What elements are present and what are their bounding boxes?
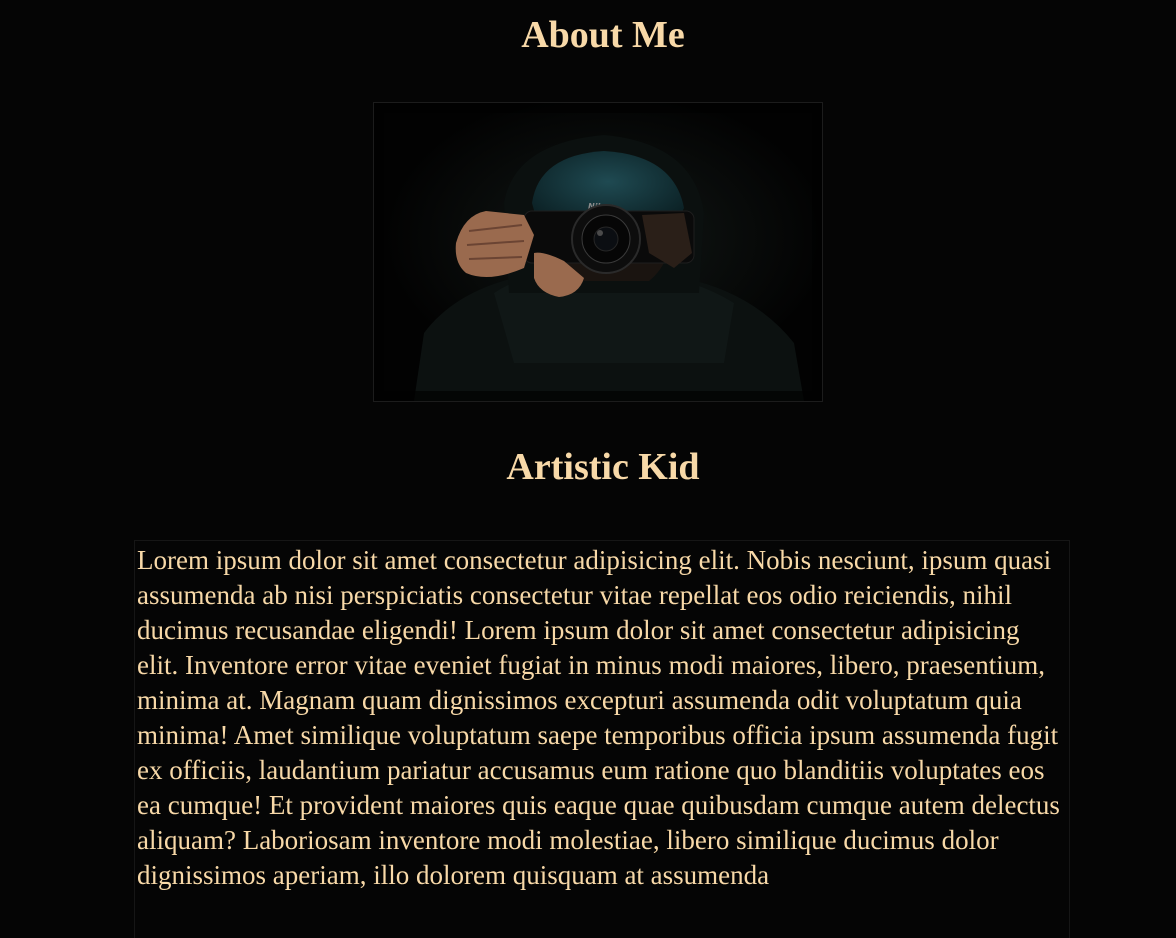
photographer-with-camera-image: Nikon	[374, 103, 822, 401]
page-title: About Me	[521, 14, 685, 56]
bio-container: Lorem ipsum dolor sit amet consectetur a…	[134, 540, 1070, 938]
profile-name: Artistic Kid	[506, 446, 700, 488]
bio-text: Lorem ipsum dolor sit amet consectetur a…	[137, 545, 1060, 890]
profile-photo: Nikon	[373, 102, 823, 402]
